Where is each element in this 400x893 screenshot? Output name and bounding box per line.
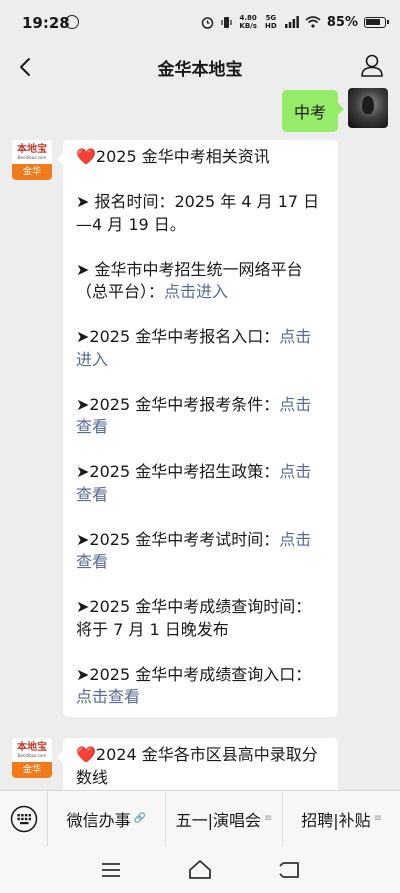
message-text: ❤️2024 金华各市区县高中录取分数线 [76, 745, 318, 787]
received-bubble[interactable]: ❤️2024 金华各市区县高中录取分数线 [57, 738, 338, 790]
submenu-icon: ≡ [264, 813, 273, 824]
message-paragraph: ➤2025 金华中考考试时间：点击查看 [76, 529, 325, 574]
message-paragraph: ➤ 报名时间：2025 年 4 月 17 日—4 月 19 日。 [76, 191, 325, 236]
menu-item-label: 五一|演唱会 [175, 810, 262, 830]
net-speed-unit: KB/s [239, 22, 257, 30]
brand-url: Bendibao.com [17, 753, 47, 758]
network-type: 5G HD [265, 14, 277, 30]
message-text: ➤2025 金华中考成绩查询入口： [76, 664, 312, 684]
brand-logo: 本地宝 Bendibao.com [12, 738, 52, 762]
submenu-icon: ≡ [373, 813, 383, 824]
wifi-icon [305, 16, 321, 28]
menu-item-label: 微信办事 [66, 810, 131, 830]
link-icon: 🔗 [133, 813, 147, 824]
menu-item-1[interactable]: 五一|演唱会 ≡ [166, 790, 284, 847]
person-icon [361, 54, 383, 77]
brand-avatar[interactable]: 本地宝 Bendibao.com 金华 [12, 140, 52, 180]
alarm-icon [202, 16, 214, 29]
net-speed-value: 4.80 [239, 14, 257, 22]
chat-area[interactable]: 中考 本地宝 Bendibao.com 金华 ❤️2025 金华中考相关资讯 ➤ … [0, 88, 400, 790]
message-text: ➤2025 金华中考成绩查询时间：将于 7 月 1 日晚发布 [76, 597, 312, 639]
user-avatar[interactable] [348, 88, 388, 128]
message-paragraph: ➤ 金华市中考招生统一网络平台（总平台）：点击进入 [76, 259, 325, 304]
home-button[interactable] [188, 858, 212, 882]
status-bar: 19:28 4.80 KB/s 5G HD 85% [0, 0, 400, 46]
brand-city: 金华 [12, 762, 52, 778]
brand-name: 本地宝 [17, 144, 47, 155]
status-time: 19:28 [22, 14, 70, 32]
message-link[interactable]: 点击查看 [76, 687, 140, 706]
profile-button[interactable] [358, 52, 386, 80]
battery-percent: 85% [326, 14, 358, 30]
recent-apps-button[interactable] [99, 858, 123, 882]
message-link[interactable]: 点击进入 [164, 282, 228, 301]
keyboard-icon [10, 805, 37, 832]
message-text: ➤ 报名时间：2025 年 4 月 17 日—4 月 19 日。 [76, 192, 320, 234]
message-paragraph: ➤2025 金华中考成绩查询入口： 点击查看 [76, 664, 325, 709]
menu-lines-icon [102, 863, 120, 877]
home-icon [189, 860, 211, 879]
received-bubble[interactable]: ❤️2025 金华中考相关资讯 ➤ 报名时间：2025 年 4 月 17 日—4 … [57, 140, 338, 717]
nav-bar: 金华本地宝 [0, 46, 400, 88]
keyboard-toggle-button[interactable] [0, 790, 48, 847]
notification-icon [65, 15, 79, 29]
message-text: ➤2025 金华中考招生政策： [76, 462, 280, 481]
brand-url: Bendibao.com [17, 155, 47, 160]
status-indicators: 4.80 KB/s 5G HD 85% [201, 14, 389, 30]
back-nav-icon [279, 862, 299, 878]
message-text: ❤️2025 金华中考相关资讯 [76, 147, 270, 166]
net-speed: 4.80 KB/s [239, 14, 256, 30]
sent-message: 中考 [281, 88, 388, 132]
message-text: ➤2025 金华中考报考条件： [76, 394, 280, 414]
menu-bar: 微信办事 🔗 五一|演唱会 ≡ 招聘|补贴 ≡ [0, 790, 400, 847]
battery-icon [364, 16, 389, 28]
brand-city: 金华 [12, 164, 52, 180]
message-paragraph: ➤2025 金华中考报名入口：点击进入 [76, 326, 325, 371]
signal-icon [284, 16, 299, 28]
system-nav-bar [0, 846, 400, 893]
message-paragraph: ➤2025 金华中考成绩查询时间：将于 7 月 1 日晚发布 [76, 596, 325, 641]
message-text: ➤2025 金华中考考试时间： [76, 529, 280, 549]
message-paragraph: ➤2025 金华中考招生政策：点击查看 [76, 461, 325, 506]
sent-bubble[interactable]: 中考 [281, 90, 345, 132]
message-paragraph: ❤️2025 金华中考相关资讯 [76, 146, 325, 169]
message-text: ➤2025 金华中考报名入口： [76, 327, 280, 346]
brand-logo: 本地宝 Bendibao.com [12, 140, 52, 164]
back-nav-button[interactable] [277, 858, 301, 882]
message-paragraph: ❤️2024 金华各市区县高中录取分数线 [76, 744, 325, 789]
message-paragraph: ➤2025 金华中考报考条件：点击查看 [76, 394, 325, 439]
vibrate-icon [221, 16, 232, 28]
menu-item-0[interactable]: 微信办事 🔗 [48, 790, 166, 847]
brand-name: 本地宝 [17, 742, 47, 753]
chat-title: 金华本地宝 [157, 60, 243, 80]
menu-item-label: 招聘|补贴 [301, 810, 371, 830]
menu-item-2[interactable]: 招聘|补贴 ≡ [283, 791, 400, 847]
brand-avatar[interactable]: 本地宝 Bendibao.com 金华 [12, 738, 52, 778]
